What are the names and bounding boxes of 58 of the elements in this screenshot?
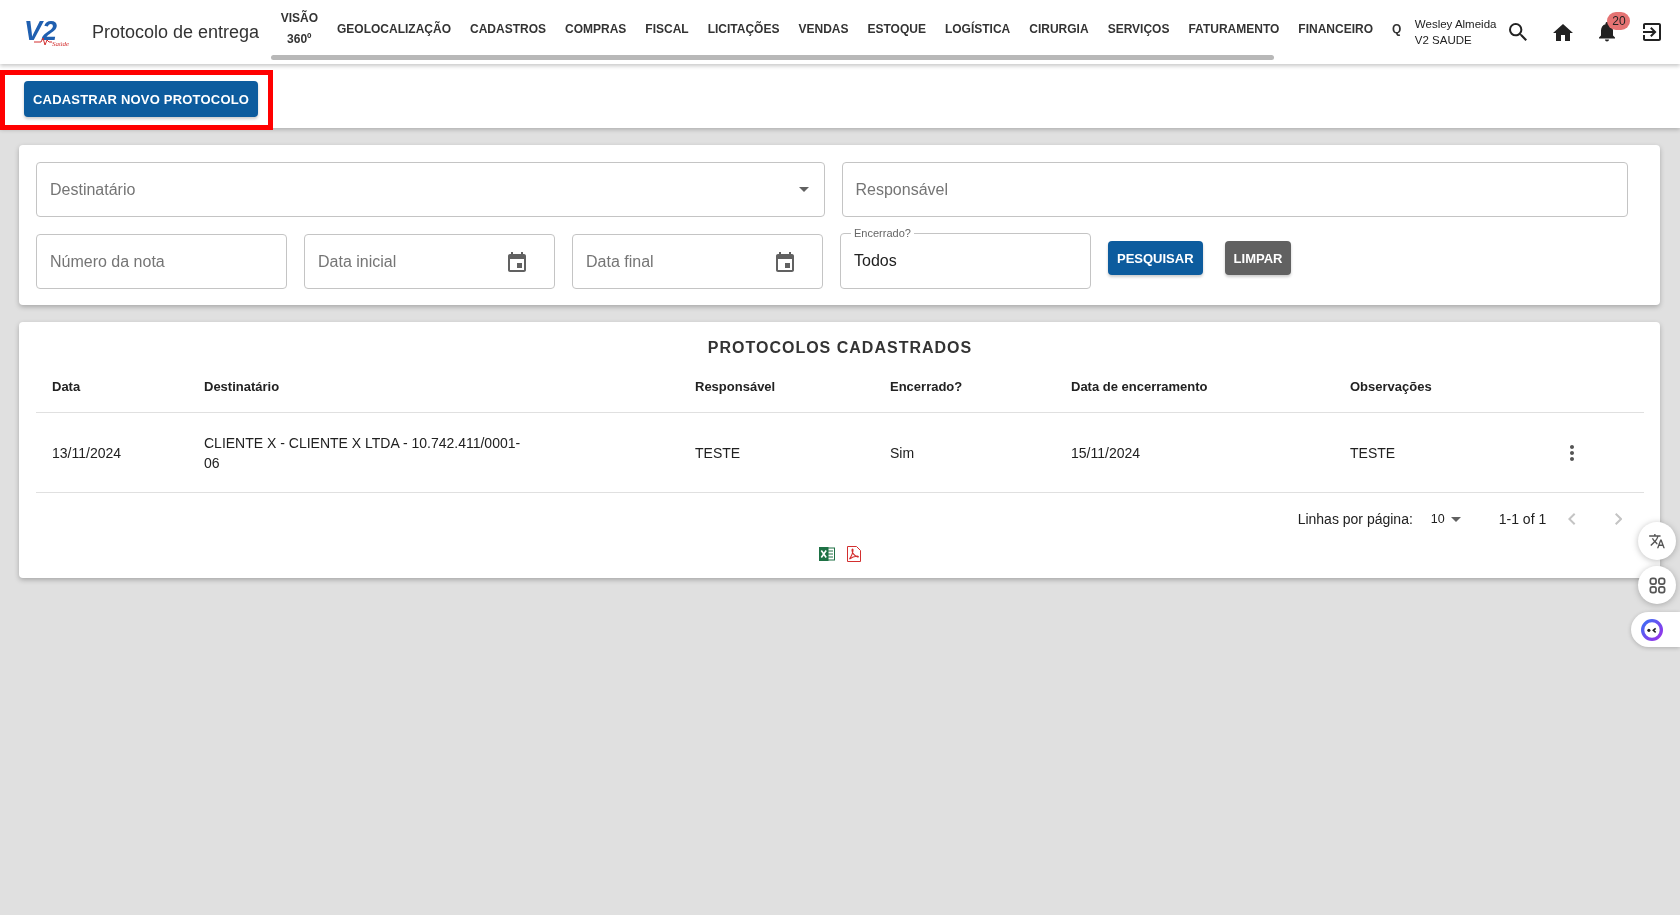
column-header: Observações <box>1350 378 1433 394</box>
nav-menu-item[interactable]: Q <box>1382 18 1411 40</box>
more-icon[interactable] <box>1570 444 1574 461</box>
column-header: Destinatário <box>204 378 281 394</box>
notification-badge: 20 <box>1607 12 1631 31</box>
table-cell-text: TESTE <box>1350 443 1397 463</box>
table-cell-text: Sim <box>890 443 916 463</box>
logout-icon[interactable] <box>1643 23 1662 41</box>
nav-menu-item[interactable]: FISCAL <box>635 18 699 40</box>
nav-menu-item[interactable]: VISÃO 360º <box>271 8 328 50</box>
caret-icon <box>798 187 809 192</box>
rows-per-page-label: Linhas por página: <box>1297 511 1413 527</box>
user-name: Wesley Almeida <box>1414 17 1497 32</box>
assistant-tab-button[interactable] <box>1631 612 1680 647</box>
nav-menu-item[interactable]: FATURAMENTO <box>1178 18 1289 40</box>
clear-button[interactable]: LIMPAR <box>1224 241 1292 275</box>
calendar-icon[interactable] <box>776 252 794 272</box>
scrollbar-thumb[interactable] <box>271 55 1275 60</box>
nav-menu-item[interactable]: CIRURGIA <box>1019 18 1099 40</box>
date-field[interactable]: Data inicial <box>304 234 555 289</box>
field-label: Encerrado? <box>853 227 912 239</box>
column-header: Data de encerramento <box>1071 378 1209 394</box>
table-cell-text: CLIENTE X - CLIENTE X LTDA - 10.742.411/0001-06 <box>204 433 522 473</box>
new-protocol-button[interactable]: CADASTRAR NOVO PROTOCOLO <box>24 81 259 117</box>
table-cell-text: 13/11/2024 <box>52 443 123 463</box>
table-cell-text: TESTE <box>695 443 742 463</box>
select-field[interactable]: Encerrado? Todos <box>840 227 1091 289</box>
nav-menu-item[interactable]: SERVIÇOS <box>1098 18 1179 40</box>
ring-face-icon <box>1641 618 1663 641</box>
page-title: Protocolo de entrega <box>92 21 260 43</box>
nav-menu-item[interactable]: VENDAS <box>788 18 858 40</box>
user-organization: V2 SAUDE <box>1414 33 1473 48</box>
nav-menu-item[interactable]: LICITAÇÕES <box>698 18 789 40</box>
nav-menu-item[interactable]: FINANCEIRO <box>1288 18 1383 40</box>
table-cell-text: 15/11/2024 <box>1071 443 1142 463</box>
nav-menu-item[interactable]: GEOLOCALIZAÇÃO <box>327 18 461 40</box>
caret-icon <box>1450 516 1461 522</box>
column-header: Responsável <box>695 378 777 394</box>
calendar-icon[interactable] <box>508 252 526 272</box>
rows-per-page-select[interactable]: 10 <box>1430 512 1461 526</box>
table-title: PROTOCOLOS CADASTRADOS <box>706 338 974 358</box>
column-header: Data <box>52 378 82 394</box>
home-icon[interactable] <box>1553 23 1574 41</box>
search-button[interactable]: PESQUISAR <box>1108 241 1203 275</box>
date-field[interactable]: Data final <box>572 234 823 289</box>
nav-menu-item[interactable]: LOGÍSTICA <box>935 18 1020 40</box>
input-field[interactable]: Número da nota <box>36 234 287 289</box>
select-field[interactable]: Destinatário <box>36 162 825 217</box>
spreadsheet-icon[interactable] <box>818 546 835 562</box>
pdf-icon[interactable] <box>845 546 862 562</box>
grid-icon[interactable] <box>1638 566 1676 604</box>
nav-menu-item[interactable]: CADASTROS <box>460 18 556 40</box>
page-range: 1-1 of 1 <box>1498 511 1547 527</box>
nav-menu-item[interactable]: ESTOQUE <box>857 18 936 40</box>
nav-menu-item[interactable]: COMPRAS <box>555 18 636 40</box>
column-header: Encerrado? <box>890 378 964 394</box>
input-field[interactable]: Responsável <box>841 162 1628 217</box>
search-icon[interactable] <box>1509 23 1528 41</box>
